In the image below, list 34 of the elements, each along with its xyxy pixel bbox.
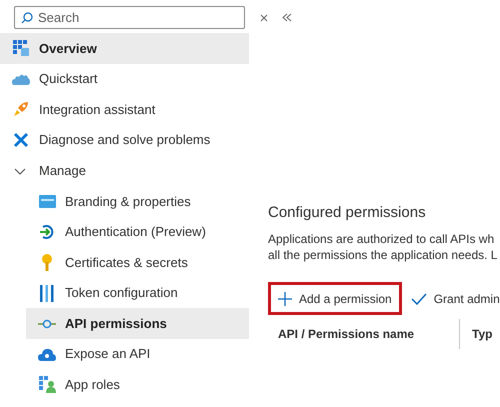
- nav-item[interactable]: Expose an API: [26, 338, 249, 370]
- column-header: API / Permissions name: [278, 326, 416, 343]
- nav-item[interactable]: Diagnose and solve problems: [0, 124, 249, 156]
- nav-item[interactable]: App roles: [26, 370, 249, 400]
- collapse-button[interactable]: [282, 10, 292, 24]
- sign-in-icon: [39, 224, 55, 240]
- check-icon: [410, 292, 427, 304]
- description-text: Applications are authorized to call APIs wh: [268, 231, 496, 247]
- column-header: Typ: [472, 326, 492, 343]
- toolbar-button[interactable]: Grant admin: [406, 282, 500, 315]
- roles-icon: [38, 376, 56, 394]
- description-text: all the permissions the application needs. L: [268, 247, 498, 263]
- cloud-icon: [38, 348, 56, 361]
- api-icon: [38, 318, 56, 329]
- cloud-icon: [12, 72, 30, 85]
- card-icon: [38, 194, 56, 208]
- section-title: Configured permissions: [268, 203, 427, 223]
- plus-icon: [278, 292, 292, 306]
- key-icon: [41, 254, 53, 271]
- nav-item[interactable]: Authentication (Preview): [26, 216, 249, 248]
- nav-item[interactable]: Token configuration: [26, 278, 249, 308]
- grid-icon: [13, 40, 29, 56]
- nav-item[interactable]: Quickstart: [0, 64, 249, 94]
- nav-item[interactable]: API permissions: [26, 308, 249, 339]
- nav-item[interactable]: Overview: [0, 33, 249, 64]
- nav-item[interactable]: Certificates & secrets: [26, 247, 249, 278]
- nav-item[interactable]: Integration assistant: [0, 94, 249, 125]
- search-field[interactable]: Search: [14, 6, 245, 29]
- bars-icon: [40, 284, 54, 302]
- toolbar-button[interactable]: Add a permission: [268, 282, 402, 315]
- rocket-icon: [13, 101, 29, 118]
- nav-item[interactable]: Branding & properties: [26, 186, 249, 217]
- group-header[interactable]: Manage: [0, 155, 249, 186]
- search-icon: [21, 12, 33, 24]
